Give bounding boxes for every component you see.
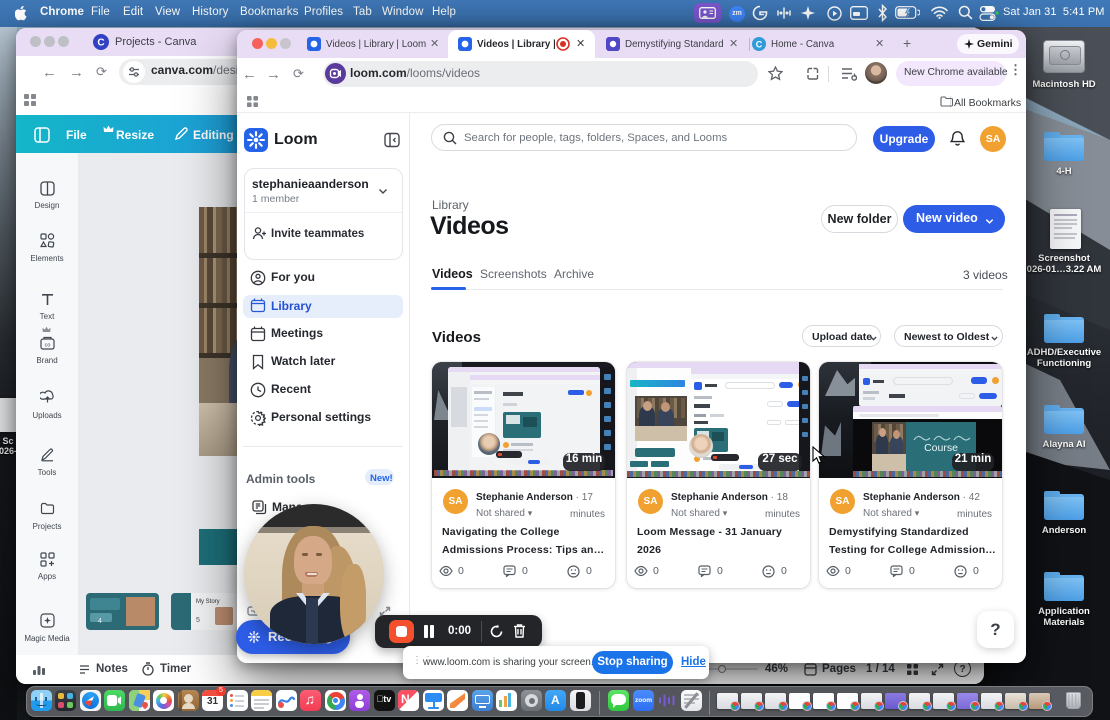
svg-text:C: C	[756, 40, 763, 50]
svg-text:C: C	[97, 38, 104, 49]
svg-text:co: co	[45, 343, 51, 349]
